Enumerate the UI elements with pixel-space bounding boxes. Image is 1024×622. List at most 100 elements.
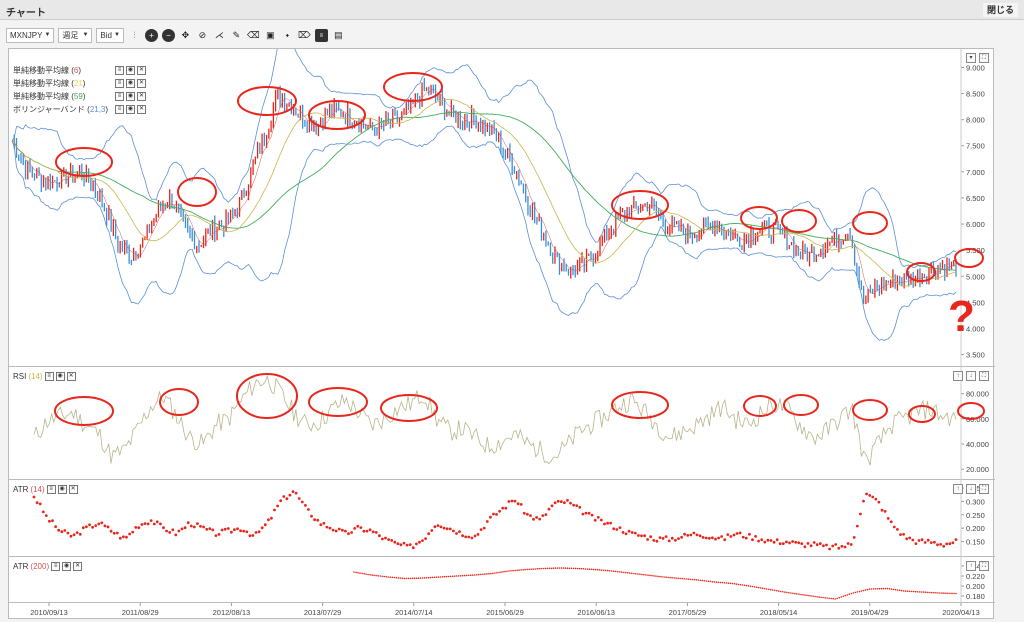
indicator-icon[interactable]: ≡ xyxy=(314,29,328,42)
rsi-chart[interactable]: 80.00060.00040.00020.000 xyxy=(9,367,995,484)
eye-icon[interactable]: ◉ xyxy=(126,79,135,88)
save-icon[interactable]: ▣ xyxy=(264,29,277,42)
atr200-point xyxy=(488,572,490,575)
annotation-ellipse xyxy=(177,177,217,207)
atr200-point xyxy=(763,587,766,590)
close-icon[interactable]: ✕ xyxy=(66,372,76,381)
close-icon[interactable]: ✕ xyxy=(73,562,83,571)
atr14-chart[interactable]: 0.3500.3000.2500.2000.150 xyxy=(9,480,995,561)
maximize-icon[interactable]: ⛶ xyxy=(979,484,989,494)
atr200-point xyxy=(916,591,919,593)
price-side-select[interactable]: Bid ▼ xyxy=(96,28,124,43)
atr200-point xyxy=(514,569,516,572)
reset-icon[interactable]: ⊘ xyxy=(196,29,209,42)
eye-icon[interactable]: ◉ xyxy=(55,372,65,381)
atr200-point xyxy=(870,588,873,590)
atr14-point xyxy=(165,529,169,533)
atr14-point xyxy=(396,542,400,546)
eye-icon[interactable]: ◉ xyxy=(126,66,135,75)
settings-icon[interactable]: ≡ xyxy=(51,562,61,571)
legend-atr14-name: ATR xyxy=(13,485,29,494)
atr14-point xyxy=(479,528,483,531)
maximize-icon[interactable]: ⛶ xyxy=(979,561,989,571)
symbol-select[interactable]: MXNJPY ▼ xyxy=(6,28,55,43)
eye-icon[interactable]: ◉ xyxy=(126,92,135,101)
atr14-point xyxy=(390,539,394,542)
close-icon[interactable]: ✕ xyxy=(137,66,146,75)
pen-icon[interactable]: ✎ xyxy=(230,29,243,42)
move-down-icon[interactable]: ↓ xyxy=(966,371,976,381)
atr14-point xyxy=(510,499,514,503)
drawing-icon[interactable]: ⬩ xyxy=(281,29,294,42)
atr200-point xyxy=(695,579,698,581)
settings-icon[interactable]: ≡ xyxy=(115,105,124,114)
atr14-point xyxy=(522,511,526,515)
atr200-point xyxy=(576,567,579,570)
atr14-point xyxy=(596,515,600,519)
close-icon[interactable]: ✕ xyxy=(137,92,146,101)
trend-tool-icon[interactable]: ⋌ xyxy=(213,29,226,42)
close-icon[interactable]: ✕ xyxy=(137,79,146,88)
eraser-icon[interactable]: ⌫ xyxy=(247,29,260,42)
close-icon[interactable]: ✕ xyxy=(68,485,78,494)
clipboard-icon[interactable]: ▤ xyxy=(332,29,345,42)
atr200-point xyxy=(949,592,951,595)
atr14-point xyxy=(661,537,665,540)
settings-icon[interactable]: ≡ xyxy=(44,372,54,381)
atr200-point xyxy=(691,578,693,581)
atr200-point xyxy=(768,588,770,591)
atr200-point xyxy=(733,583,736,585)
atr14-point xyxy=(738,531,742,535)
move-up-icon[interactable]: ↑ xyxy=(953,371,963,381)
atr14-point xyxy=(470,536,474,540)
atr14-point xyxy=(744,536,748,540)
settings-icon[interactable]: ≡ xyxy=(115,79,124,88)
atr200-chart[interactable]: 0.2400.2200.2000.180 xyxy=(9,557,995,607)
annotation-ellipse xyxy=(308,387,368,417)
maximize-icon[interactable]: ⛶ xyxy=(979,53,989,63)
atr200-point xyxy=(828,597,830,600)
close-icon[interactable]: ✕ xyxy=(137,105,146,114)
clear-icon[interactable]: ⌦ xyxy=(298,29,311,42)
atr14-point xyxy=(63,529,67,532)
atr200-point xyxy=(492,572,494,575)
atr200-point xyxy=(816,596,818,598)
atr200-point xyxy=(542,567,545,570)
atr200-point xyxy=(463,574,466,577)
move-up-icon[interactable]: ↑ xyxy=(953,484,963,494)
atr200-point xyxy=(641,573,643,576)
move-up-icon[interactable]: ↑ xyxy=(966,561,976,571)
settings-icon[interactable]: ≡ xyxy=(115,92,124,101)
atr14-point xyxy=(381,537,384,541)
move-icon[interactable]: ✥ xyxy=(179,29,192,42)
atr200-point xyxy=(361,572,363,575)
atr200-point xyxy=(617,570,619,573)
settings-icon[interactable]: ≡ xyxy=(115,66,124,75)
atr200-point xyxy=(407,577,410,580)
atr14-point xyxy=(427,532,431,536)
settings-icon[interactable]: ≡ xyxy=(46,485,56,494)
move-down-icon[interactable]: ↓ xyxy=(966,484,976,494)
atr200-point xyxy=(709,580,712,583)
x-tick-label: 2019/04/29 xyxy=(851,608,889,617)
atr200-point xyxy=(904,590,907,592)
eye-icon[interactable]: ◉ xyxy=(57,485,67,494)
atr200-point xyxy=(445,575,448,578)
price-chart[interactable]: 9.0008.5008.0007.5007.0006.5006.0005.500… xyxy=(9,35,995,371)
chart-type-icon[interactable]: ⫶ xyxy=(128,29,141,42)
period-select[interactable]: 週足 ▼ xyxy=(58,28,93,43)
zoom-out-icon[interactable]: − xyxy=(161,29,175,42)
collapse-icon[interactable]: ▾ xyxy=(966,53,976,63)
eye-icon[interactable]: ◉ xyxy=(126,105,135,114)
atr200-point xyxy=(886,587,889,590)
atr14-point xyxy=(714,537,717,541)
atr200-point xyxy=(794,592,796,595)
zoom-in-icon[interactable]: + xyxy=(144,29,158,42)
atr200-point xyxy=(824,597,826,599)
eye-icon[interactable]: ◉ xyxy=(62,562,72,571)
maximize-icon[interactable]: ⛶ xyxy=(979,371,989,381)
atr14-point xyxy=(421,539,424,542)
close-button[interactable]: 閉じる xyxy=(982,3,1018,17)
atr200-point xyxy=(850,592,853,595)
atr200-point xyxy=(856,591,859,593)
